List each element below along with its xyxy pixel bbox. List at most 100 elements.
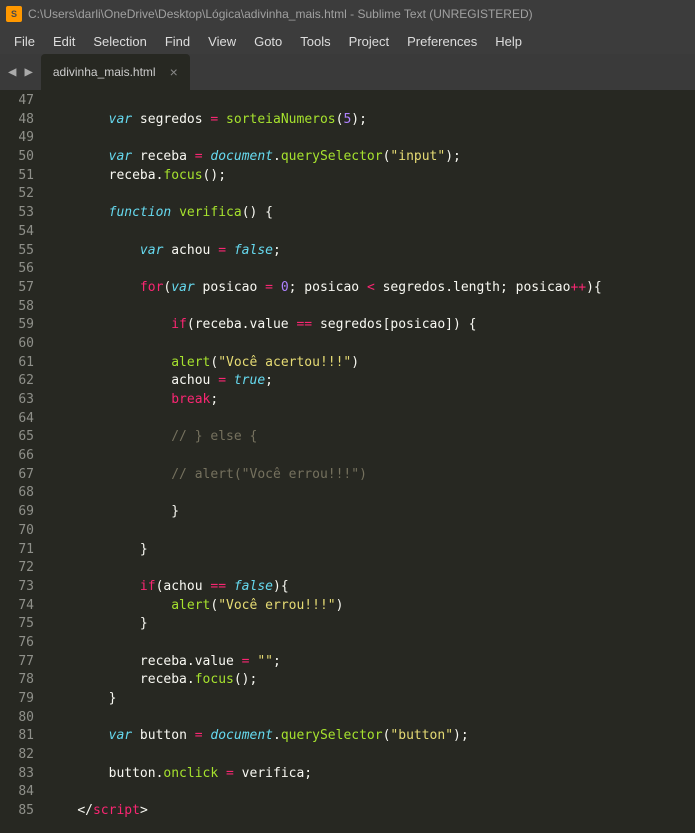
code-line[interactable]: } (46, 541, 695, 560)
line-gutter: 4748495051525354555657585960616263646566… (0, 90, 46, 833)
line-number: 78 (0, 671, 34, 690)
tab-active[interactable]: adivinha_mais.html × (41, 54, 190, 90)
line-number: 73 (0, 578, 34, 597)
code-line[interactable]: receba.value = ""; (46, 653, 695, 672)
menu-view[interactable]: View (200, 31, 244, 52)
line-number: 71 (0, 541, 34, 560)
code-line[interactable] (46, 260, 695, 279)
code-line[interactable] (46, 223, 695, 242)
line-number: 65 (0, 428, 34, 447)
titlebar: S C:\Users\darli\OneDrive\Desktop\Lógica… (0, 0, 695, 28)
tab-title: adivinha_mais.html (53, 65, 156, 79)
code-line[interactable] (46, 522, 695, 541)
code-line[interactable] (46, 447, 695, 466)
code-line[interactable]: } (46, 690, 695, 709)
code-line[interactable] (46, 559, 695, 578)
line-number: 60 (0, 335, 34, 354)
line-number: 61 (0, 354, 34, 373)
line-number: 64 (0, 410, 34, 429)
line-number: 76 (0, 634, 34, 653)
line-number: 59 (0, 316, 34, 335)
code-line[interactable] (46, 783, 695, 802)
nav-forward-icon[interactable]: ▶ (24, 64, 32, 80)
code-line[interactable]: // alert("Você errou!!!") (46, 466, 695, 485)
line-number: 74 (0, 597, 34, 616)
line-number: 80 (0, 709, 34, 728)
line-number: 53 (0, 204, 34, 223)
code-line[interactable] (46, 185, 695, 204)
code-line[interactable]: function verifica() { (46, 204, 695, 223)
code-line[interactable]: } (46, 615, 695, 634)
code-line[interactable]: receba.focus(); (46, 671, 695, 690)
menu-find[interactable]: Find (157, 31, 198, 52)
menu-selection[interactable]: Selection (85, 31, 154, 52)
menu-goto[interactable]: Goto (246, 31, 290, 52)
line-number: 68 (0, 484, 34, 503)
line-number: 54 (0, 223, 34, 242)
line-number: 85 (0, 802, 34, 821)
editor-area[interactable]: 4748495051525354555657585960616263646566… (0, 90, 695, 833)
line-number: 79 (0, 690, 34, 709)
nav-back-icon[interactable]: ◀ (8, 64, 16, 80)
line-number: 81 (0, 727, 34, 746)
line-number: 58 (0, 298, 34, 317)
line-number: 47 (0, 92, 34, 111)
code-line[interactable] (46, 410, 695, 429)
line-number: 84 (0, 783, 34, 802)
menu-file[interactable]: File (6, 31, 43, 52)
code-line[interactable] (46, 634, 695, 653)
code-line[interactable]: break; (46, 391, 695, 410)
code-line[interactable] (46, 484, 695, 503)
code-line[interactable] (46, 335, 695, 354)
menubar: File Edit Selection Find View Goto Tools… (0, 28, 695, 54)
line-number: 51 (0, 167, 34, 186)
line-number: 48 (0, 111, 34, 130)
tab-close-icon[interactable]: × (170, 64, 178, 80)
code-line[interactable]: var achou = false; (46, 242, 695, 261)
menu-preferences[interactable]: Preferences (399, 31, 485, 52)
menu-tools[interactable]: Tools (292, 31, 338, 52)
line-number: 66 (0, 447, 34, 466)
line-number: 62 (0, 372, 34, 391)
code-line[interactable]: var segredos = sorteiaNumeros(5); (46, 111, 695, 130)
code-line[interactable]: } (46, 503, 695, 522)
line-number: 72 (0, 559, 34, 578)
line-number: 50 (0, 148, 34, 167)
code-line[interactable] (46, 746, 695, 765)
menu-edit[interactable]: Edit (45, 31, 83, 52)
window-title: C:\Users\darli\OneDrive\Desktop\Lógica\a… (28, 7, 533, 21)
code-line[interactable]: for(var posicao = 0; posicao < segredos.… (46, 279, 695, 298)
code-line[interactable]: achou = true; (46, 372, 695, 391)
line-number: 82 (0, 746, 34, 765)
line-number: 49 (0, 129, 34, 148)
tab-bar: ◀ ▶ adivinha_mais.html × (0, 54, 695, 90)
code-line[interactable] (46, 709, 695, 728)
line-number: 69 (0, 503, 34, 522)
line-number: 55 (0, 242, 34, 261)
code-line[interactable]: if(achou == false){ (46, 578, 695, 597)
line-number: 77 (0, 653, 34, 672)
code-line[interactable] (46, 129, 695, 148)
line-number: 75 (0, 615, 34, 634)
line-number: 67 (0, 466, 34, 485)
code-line[interactable] (46, 298, 695, 317)
code-line[interactable]: alert("Você acertou!!!") (46, 354, 695, 373)
code-line[interactable]: var button = document.querySelector("but… (46, 727, 695, 746)
code-line[interactable] (46, 92, 695, 111)
app-icon: S (6, 6, 22, 22)
code-line[interactable]: var receba = document.querySelector("inp… (46, 148, 695, 167)
line-number: 83 (0, 765, 34, 784)
code-line[interactable]: receba.focus(); (46, 167, 695, 186)
line-number: 57 (0, 279, 34, 298)
code-content[interactable]: var segredos = sorteiaNumeros(5); var re… (46, 90, 695, 833)
code-line[interactable]: if(receba.value == segredos[posicao]) { (46, 316, 695, 335)
line-number: 63 (0, 391, 34, 410)
line-number: 56 (0, 260, 34, 279)
code-line[interactable]: // } else { (46, 428, 695, 447)
code-line[interactable]: button.onclick = verifica; (46, 765, 695, 784)
line-number: 70 (0, 522, 34, 541)
code-line[interactable]: alert("Você errou!!!") (46, 597, 695, 616)
menu-help[interactable]: Help (487, 31, 530, 52)
code-line[interactable]: </script> (46, 802, 695, 821)
menu-project[interactable]: Project (341, 31, 397, 52)
